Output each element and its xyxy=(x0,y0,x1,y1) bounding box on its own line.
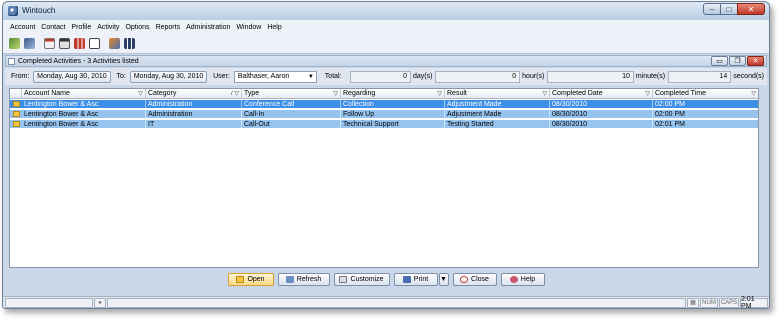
toolbar xyxy=(3,34,769,54)
activities-grid: Account Name ▽ Category / ▽ Type ▽ Regardin… xyxy=(9,88,759,268)
menu-administration[interactable]: Administration xyxy=(183,24,233,31)
menu-reports[interactable]: Reports xyxy=(153,24,184,31)
calendar-icon[interactable] xyxy=(44,38,55,49)
column-header-completed-time[interactable]: Completed Time ▽ xyxy=(653,89,758,99)
tools-icon[interactable] xyxy=(109,38,120,49)
doc-minimize-button[interactable]: ▭ xyxy=(711,56,728,66)
folder-icon xyxy=(13,121,20,127)
close-button[interactable]: Close xyxy=(452,272,497,286)
column-header-type[interactable]: Type ▽ xyxy=(242,89,341,99)
chart-icon[interactable] xyxy=(74,38,85,49)
print-dropdown-button[interactable]: ▼ xyxy=(438,272,449,286)
keyboard-icon: ▦ xyxy=(687,297,699,308)
help-icon xyxy=(509,275,518,283)
chevron-down-icon: ▼ xyxy=(440,275,447,283)
doc-restore-button[interactable]: ❐ xyxy=(729,56,746,66)
folder-icon xyxy=(13,111,20,117)
table-row[interactable]: Lentington Bower & Asc IT Call-Out Techn… xyxy=(10,120,758,129)
user-select-value: Balthaser, Aaron xyxy=(237,73,290,80)
column-header-account-name[interactable]: Account Name ▽ xyxy=(22,89,146,99)
customize-icon xyxy=(339,275,348,283)
print-button[interactable]: Print xyxy=(393,272,438,286)
filter-icon: ▽ xyxy=(437,91,442,97)
from-label: From: xyxy=(11,73,30,80)
close-circle-icon xyxy=(460,275,469,283)
menu-options[interactable]: Options xyxy=(122,24,152,31)
to-label: To: xyxy=(116,73,126,80)
contact-icon[interactable] xyxy=(24,38,35,49)
open-button[interactable]: Open xyxy=(227,272,274,286)
num-lock-indicator: NUM xyxy=(700,297,718,308)
table-row[interactable]: Lentington Bower & Asc Administration Co… xyxy=(10,100,758,109)
status-message-pane xyxy=(107,297,686,308)
customize-button[interactable]: Customize xyxy=(333,272,390,286)
window-title: Wintouch xyxy=(22,6,56,15)
seconds-field: 14 xyxy=(668,70,732,83)
filter-icon: ▽ xyxy=(645,91,650,97)
doc-close-button[interactable]: ✕ xyxy=(747,56,764,66)
seconds-unit: second(s) xyxy=(733,73,765,80)
minutes-field: 10 xyxy=(547,70,634,83)
menu-profile[interactable]: Profile xyxy=(68,24,94,31)
user-label: User: xyxy=(213,73,230,80)
minutes-unit: minute(s) xyxy=(635,73,666,80)
address-book-icon[interactable] xyxy=(9,38,20,49)
filter-bar: From: Monday, Aug 30, 2010 To: Monday, A… xyxy=(5,68,767,85)
action-button-bar: Open Refresh Customize Print ▼ Close Hel… xyxy=(3,271,769,287)
help-button[interactable]: Help xyxy=(500,272,545,286)
filter-icon: ▽ xyxy=(138,91,143,97)
header-icon-column[interactable] xyxy=(10,89,22,99)
filter-icon: ▽ xyxy=(542,91,547,97)
filter-icon: ▽ xyxy=(333,91,338,97)
grid-header: Account Name ▽ Category / ▽ Type ▽ Regardin… xyxy=(10,89,758,99)
close-window-button[interactable]: ✕ xyxy=(737,3,765,15)
column-header-category[interactable]: Category / ▽ xyxy=(146,89,242,99)
printer-icon xyxy=(402,275,411,283)
app-logo-icon xyxy=(8,6,18,16)
days-field: 0 xyxy=(349,70,411,83)
status-indicator-icon: ● xyxy=(94,297,106,308)
from-date-button[interactable]: Monday, Aug 30, 2010 xyxy=(33,70,111,83)
document-title: Completed Activities - 3 Activities list… xyxy=(18,57,139,65)
document-titlebar: Completed Activities - 3 Activities list… xyxy=(5,55,767,67)
minimize-button[interactable]: – xyxy=(703,3,721,15)
status-clock: 2:01 PM xyxy=(740,296,768,308)
folder-icon xyxy=(13,101,20,107)
menu-bar: Account Contact Profile Activity Options… xyxy=(3,20,769,34)
refresh-button[interactable]: Refresh xyxy=(277,272,330,286)
caps-lock-indicator: CAPS xyxy=(719,297,739,308)
menu-contact[interactable]: Contact xyxy=(38,24,68,31)
status-pane-left xyxy=(5,297,93,308)
maximize-button[interactable]: □ xyxy=(720,3,738,15)
to-date-button[interactable]: Monday, Aug 30, 2010 xyxy=(129,70,208,83)
status-bar: ● ▦ NUM CAPS 2:01 PM xyxy=(3,296,769,308)
sort-filter-icon: / ▽ xyxy=(231,91,239,97)
grid-icon[interactable] xyxy=(124,38,135,49)
chevron-down-icon[interactable]: ▼ xyxy=(306,72,316,82)
menu-activity[interactable]: Activity xyxy=(94,24,122,31)
days-unit: day(s) xyxy=(412,73,433,80)
folder-open-icon xyxy=(236,275,245,283)
menu-help[interactable]: Help xyxy=(264,24,284,31)
user-select[interactable]: Balthaser, Aaron ▼ xyxy=(233,70,317,83)
checklist-icon[interactable] xyxy=(89,38,100,49)
total-label: Total: xyxy=(324,73,342,80)
title-bar: Wintouch – □ ✕ xyxy=(3,2,769,20)
hours-unit: hour(s) xyxy=(522,73,545,80)
menu-account[interactable]: Account xyxy=(7,24,38,31)
app-window: Wintouch – □ ✕ Account Contact Profile A… xyxy=(2,1,770,309)
column-header-regarding[interactable]: Regarding ▽ xyxy=(341,89,445,99)
menu-window[interactable]: Window xyxy=(233,24,264,31)
hours-field: 0 xyxy=(435,70,521,83)
document-icon xyxy=(8,58,15,65)
column-header-completed-date[interactable]: Completed Date ▽ xyxy=(550,89,653,99)
column-header-result[interactable]: Result ▽ xyxy=(445,89,550,99)
refresh-icon xyxy=(285,275,294,283)
table-row[interactable]: Lentington Bower & Asc Administration Ca… xyxy=(10,110,758,119)
filter-icon: ▽ xyxy=(751,91,756,97)
report-icon[interactable] xyxy=(59,38,70,49)
